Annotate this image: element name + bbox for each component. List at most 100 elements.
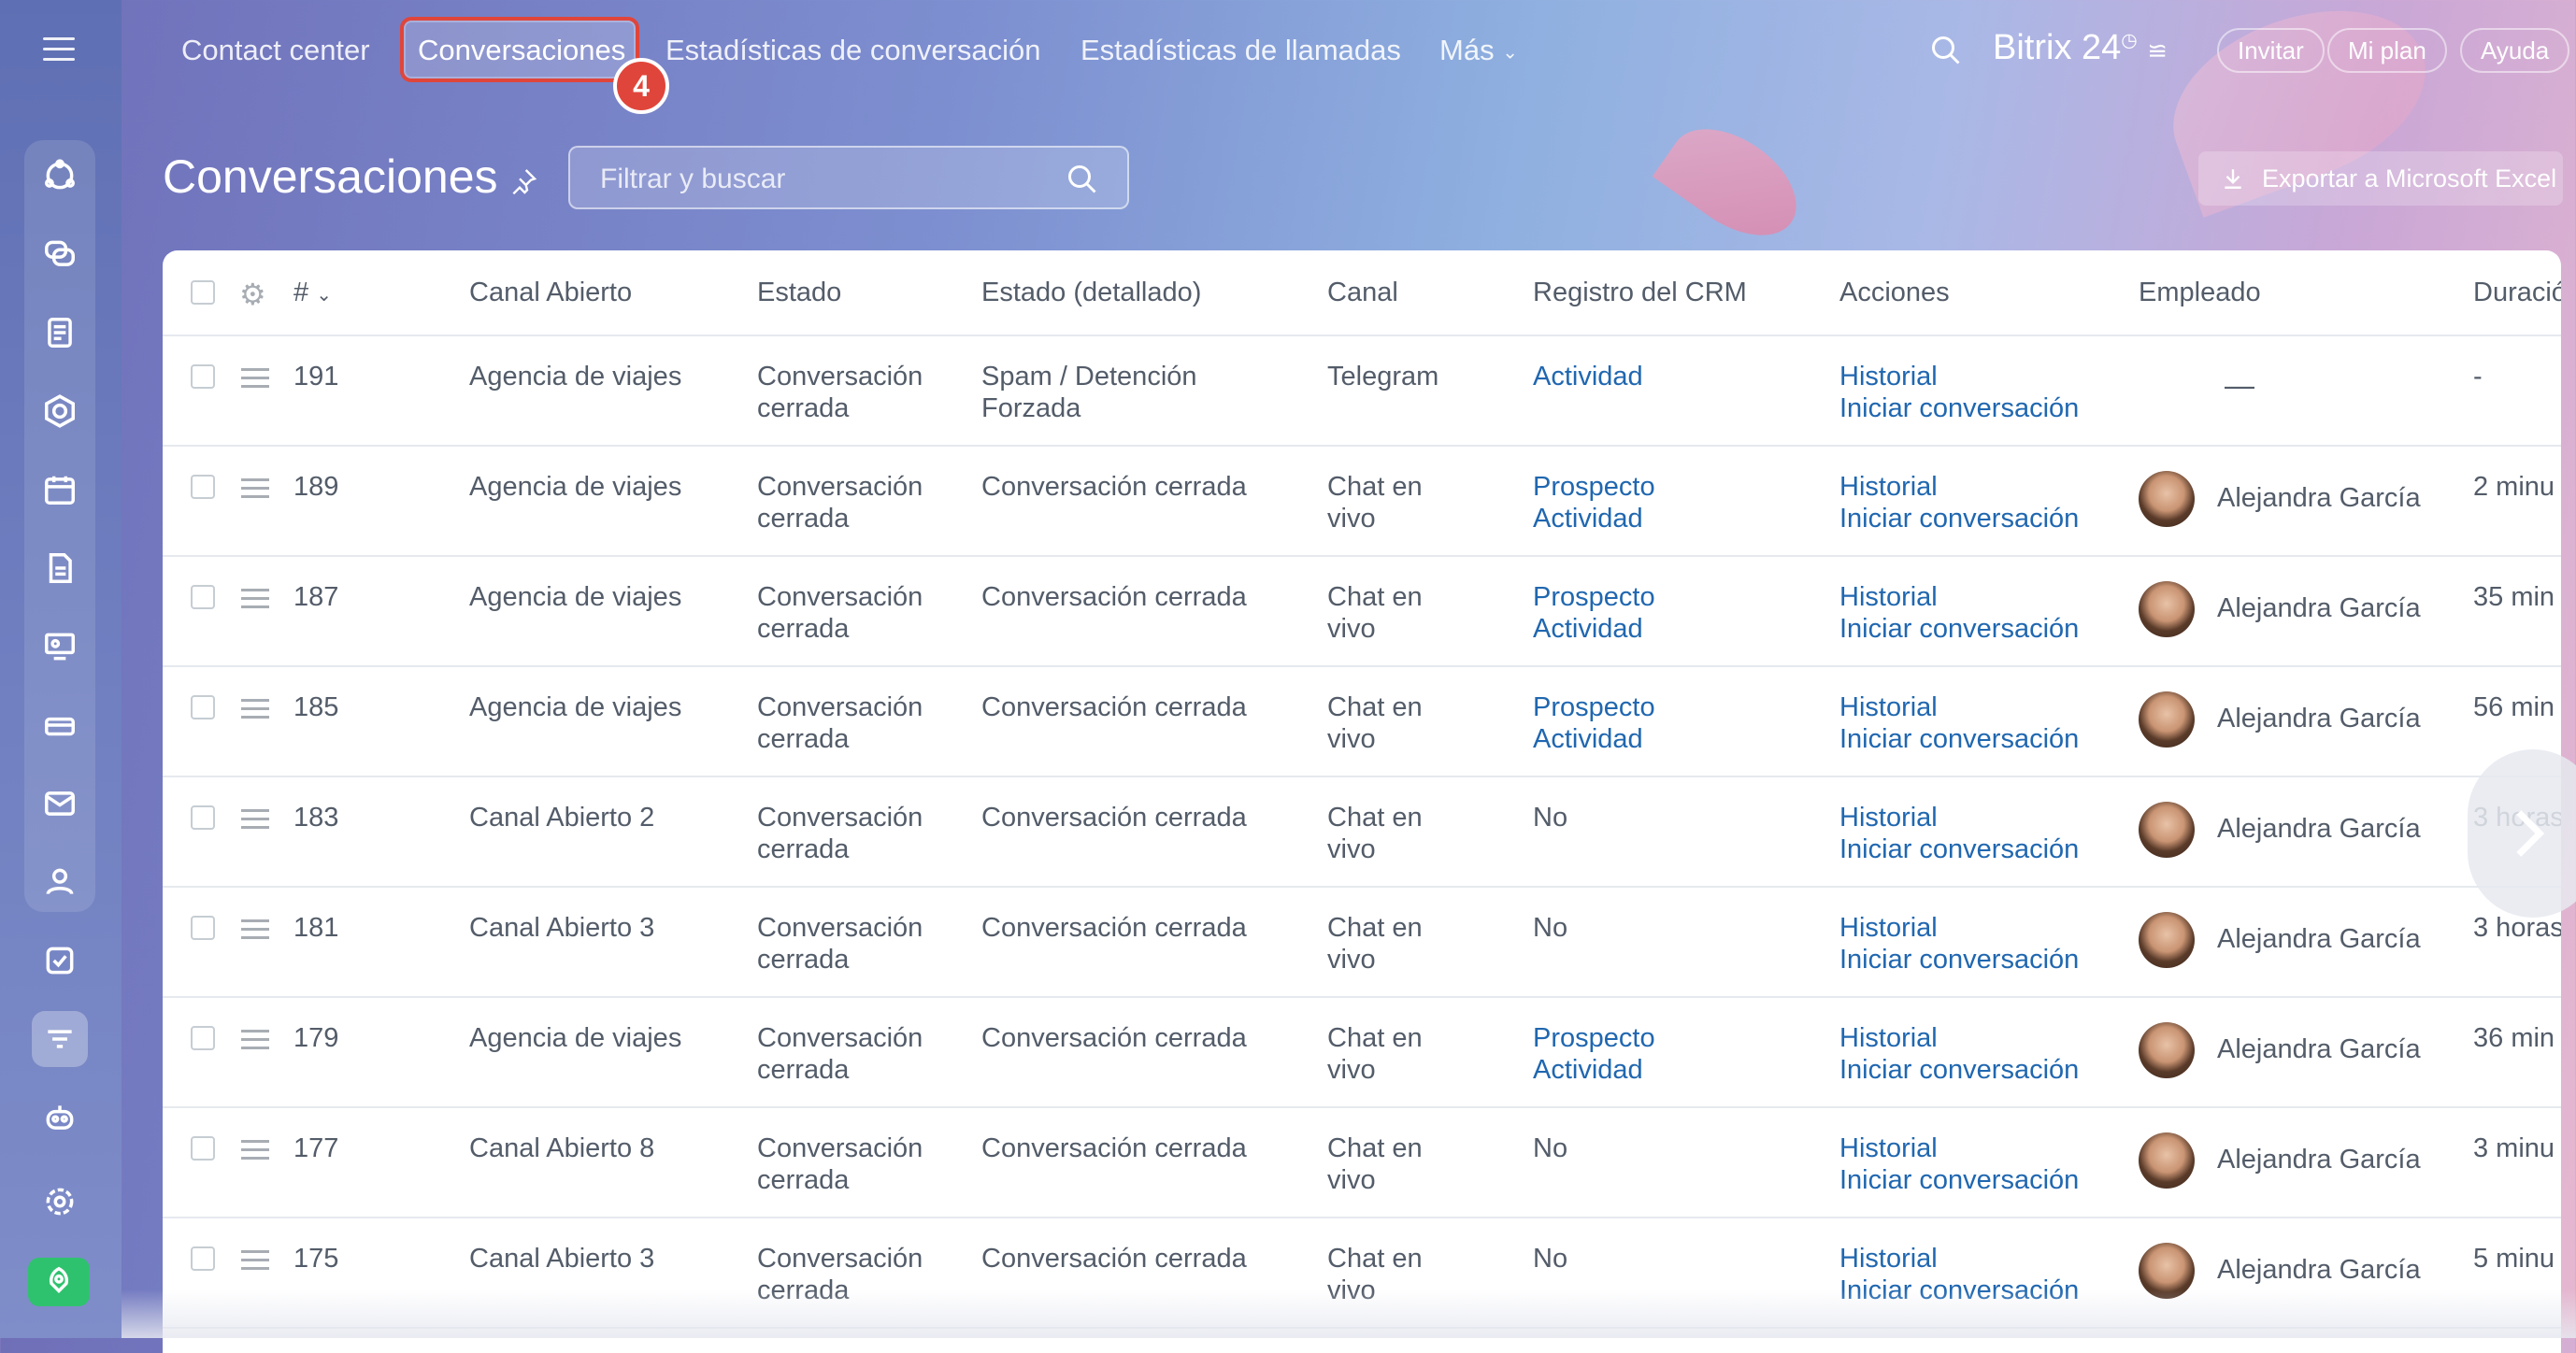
menu-icon[interactable] <box>43 37 75 62</box>
col-estado-detallado[interactable]: Estado (detallado) <box>981 277 1201 308</box>
settings-icon[interactable] <box>32 1174 88 1230</box>
historial-link[interactable]: Historial <box>1839 581 2079 613</box>
tab-contact-center[interactable]: Contact center <box>181 34 370 67</box>
pin-icon[interactable] <box>508 166 538 196</box>
row-checkbox[interactable] <box>191 1026 215 1050</box>
col-registro-crm[interactable]: Registro del CRM <box>1533 277 1747 308</box>
select-all-checkbox[interactable] <box>191 280 215 305</box>
chat-icon[interactable] <box>32 226 88 282</box>
col-empleado[interactable]: Empleado <box>2139 277 2261 308</box>
rocket-icon[interactable] <box>28 1258 90 1306</box>
avatar[interactable] <box>2139 691 2195 748</box>
table-row[interactable]: 187 Agencia de viajes Conversación cerrada C… <box>163 555 2561 667</box>
search-icon[interactable] <box>1066 163 1099 196</box>
crm-link[interactable]: Prospecto <box>1533 581 1655 613</box>
mail-icon[interactable] <box>32 776 88 832</box>
cell-empleado[interactable]: Alejandra García <box>2217 482 2421 514</box>
cell-empleado[interactable]: Alejandra García <box>2217 923 2421 955</box>
col-canal-abierto[interactable]: Canal Abierto <box>469 277 632 308</box>
invite-button[interactable]: Invitar <box>2217 28 2325 73</box>
row-checkbox[interactable] <box>191 695 215 719</box>
col-canal[interactable]: Canal <box>1327 277 1398 308</box>
row-menu-icon[interactable] <box>241 1140 269 1165</box>
avatar[interactable] <box>2139 802 2195 858</box>
feed-icon[interactable] <box>32 305 88 361</box>
crm-link[interactable]: Prospecto <box>1533 691 1655 723</box>
cell-empleado[interactable]: Alejandra García <box>2217 592 2421 624</box>
col-duracion[interactable]: Duració <box>2473 277 2561 308</box>
iniciar-conversacion-link[interactable]: Iniciar conversación <box>1839 392 2079 424</box>
avatar[interactable] <box>2139 912 2195 968</box>
brand-logo[interactable]: Bitrix 24◷ ≌ <box>1993 28 2168 68</box>
iniciar-conversacion-link[interactable]: Iniciar conversación <box>1839 833 2079 865</box>
iniciar-conversacion-link[interactable]: Iniciar conversación <box>1839 503 2079 534</box>
bot-icon[interactable] <box>32 1090 88 1146</box>
table-row[interactable]: 189 Agencia de viajes Conversación cerrada C… <box>163 445 2561 557</box>
row-menu-icon[interactable] <box>241 809 269 834</box>
row-checkbox[interactable] <box>191 475 215 499</box>
historial-link[interactable]: Historial <box>1839 361 2079 392</box>
historial-link[interactable]: Historial <box>1839 691 2079 723</box>
search-filter[interactable] <box>568 146 1129 209</box>
crm-link[interactable]: Actividad <box>1533 1054 1655 1086</box>
iniciar-conversacion-link[interactable]: Iniciar conversación <box>1839 613 2079 645</box>
iniciar-conversacion-link[interactable]: Iniciar conversación <box>1839 1164 2079 1196</box>
search-input[interactable] <box>598 161 1051 198</box>
crm-link[interactable]: Prospecto <box>1533 1022 1655 1054</box>
sites-icon[interactable] <box>32 383 88 439</box>
cell-empleado[interactable]: Alejandra García <box>2217 813 2421 845</box>
historial-link[interactable]: Historial <box>1839 802 2079 833</box>
row-menu-icon[interactable] <box>241 589 269 614</box>
gear-icon[interactable]: ⚙ <box>239 277 266 312</box>
row-checkbox[interactable] <box>191 916 215 940</box>
crm-link[interactable]: Prospecto <box>1533 471 1655 503</box>
crm-link[interactable]: Actividad <box>1533 503 1655 534</box>
tab-estadisticas-llamadas[interactable]: Estadísticas de llamadas <box>1080 34 1401 67</box>
documents-icon[interactable] <box>32 540 88 596</box>
table-row[interactable]: 179 Agencia de viajes Conversación cerrada C… <box>163 996 2561 1108</box>
avatar[interactable] <box>2139 1022 2195 1078</box>
cell-empleado[interactable]: Alejandra García <box>2217 1033 2421 1065</box>
row-menu-icon[interactable] <box>241 478 269 504</box>
historial-link[interactable]: Historial <box>1839 1022 2079 1054</box>
cell-empleado[interactable]: Alejandra García <box>2217 703 2421 734</box>
iniciar-conversacion-link[interactable]: Iniciar conversación <box>1839 944 2079 976</box>
cell-empleado[interactable]: Alejandra García <box>2217 1144 2421 1175</box>
contact-center-icon[interactable] <box>32 1011 88 1067</box>
contacts-icon[interactable] <box>32 854 88 910</box>
row-menu-icon[interactable] <box>241 1030 269 1055</box>
avatar[interactable] <box>2139 1132 2195 1189</box>
inventory-icon[interactable] <box>32 697 88 753</box>
col-acciones[interactable]: Acciones <box>1839 277 1950 308</box>
scroll-right-button[interactable] <box>2468 749 2576 918</box>
table-row[interactable]: 181 Canal Abierto 3 Conversación cerrada Con… <box>163 886 2561 998</box>
crm-icon[interactable] <box>32 148 88 204</box>
my-plan-button[interactable]: Mi plan <box>2327 28 2447 73</box>
table-row[interactable]: 177 Canal Abierto 8 Conversación cerrada Con… <box>163 1106 2561 1218</box>
row-menu-icon[interactable] <box>241 368 269 393</box>
row-menu-icon[interactable] <box>241 1250 269 1275</box>
export-excel-button[interactable]: Exportar a Microsoft Excel <box>2198 151 2563 206</box>
training-icon[interactable] <box>32 619 88 675</box>
iniciar-conversacion-link[interactable]: Iniciar conversación <box>1839 1054 2079 1086</box>
historial-link[interactable]: Historial <box>1839 1243 2079 1275</box>
row-checkbox[interactable] <box>191 364 215 389</box>
row-menu-icon[interactable] <box>241 699 269 724</box>
tab-mas[interactable]: Más ⌄ <box>1439 34 1518 67</box>
table-row[interactable]: 183 Canal Abierto 2 Conversación cerrada Con… <box>163 776 2561 888</box>
col-estado[interactable]: Estado <box>757 277 841 308</box>
historial-link[interactable]: Historial <box>1839 471 2079 503</box>
avatar[interactable] <box>2139 471 2195 527</box>
table-row[interactable]: 185 Agencia de viajes Conversación cerrada C… <box>163 665 2561 777</box>
row-checkbox[interactable] <box>191 1246 215 1271</box>
row-menu-icon[interactable] <box>241 919 269 945</box>
col-id[interactable]: # ⌄ <box>293 277 332 311</box>
row-checkbox[interactable] <box>191 1136 215 1161</box>
row-checkbox[interactable] <box>191 805 215 830</box>
calendar-icon[interactable] <box>32 462 88 518</box>
avatar[interactable] <box>2139 581 2195 637</box>
tab-conversaciones[interactable]: Conversaciones <box>418 34 625 67</box>
row-checkbox[interactable] <box>191 585 215 609</box>
crm-link[interactable]: Actividad <box>1533 723 1655 755</box>
tab-estadisticas-conversacion[interactable]: Estadísticas de conversación <box>665 34 1041 67</box>
